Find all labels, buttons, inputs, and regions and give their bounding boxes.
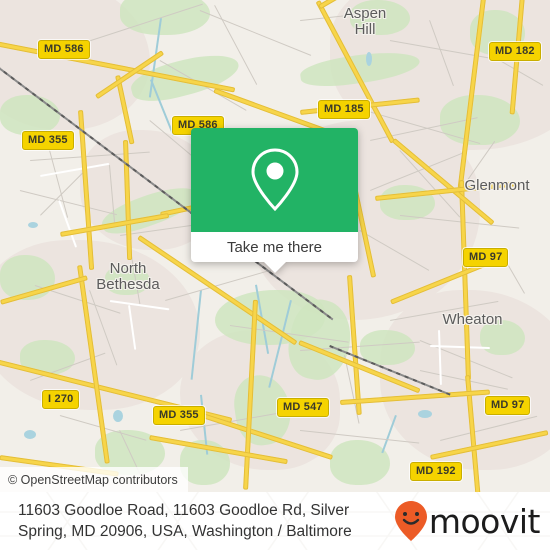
place-label-north-bethesda: North Bethesda — [96, 260, 160, 293]
water-body — [366, 52, 372, 66]
landuse-park — [330, 440, 390, 485]
landuse-park — [440, 95, 520, 145]
take-me-there-label: Take me there — [226, 238, 323, 256]
water-body — [418, 410, 432, 418]
moovit-wordmark: moovit — [428, 501, 541, 541]
highway-shield-md547[interactable]: MD 547 — [277, 398, 329, 417]
place-label-aspen-hill: Aspen Hill — [343, 5, 387, 38]
water-body — [113, 410, 123, 422]
highway-shield-md355-nw[interactable]: MD 355 — [22, 131, 74, 150]
highway-shield-md355-s[interactable]: MD 355 — [153, 406, 205, 425]
popup-footer[interactable]: Take me there — [191, 232, 358, 273]
highway-shield-md586-nw[interactable]: MD 586 — [38, 40, 90, 59]
address-text: 11603 Goodloe Road, 11603 Goodloe Rd, Si… — [18, 502, 352, 540]
highway-shield-i270[interactable]: I 270 — [42, 390, 80, 409]
water-body — [24, 430, 36, 439]
map-screenshot: Aspen Hill Glenmont North Bethesda Wheat… — [0, 0, 550, 550]
stream — [381, 415, 397, 454]
place-label-wheaton: Wheaton — [442, 311, 503, 328]
minor-road — [48, 150, 69, 218]
location-pin-icon — [250, 148, 299, 212]
highway-shield-md192[interactable]: MD 192 — [410, 462, 462, 481]
moovit-pin-icon — [394, 501, 427, 541]
popup-tail — [263, 262, 286, 273]
osm-attribution[interactable]: © OpenStreetMap contributors — [0, 467, 188, 492]
highway-shield-md97-s[interactable]: MD 97 — [485, 396, 531, 415]
place-label-glenmont: Glenmont — [464, 177, 530, 194]
footer-bar: 11603 Goodloe Road, 11603 Goodloe Rd, Si… — [0, 492, 550, 550]
moovit-logo[interactable]: moovit — [394, 500, 541, 542]
highway-shield-md185[interactable]: MD 185 — [318, 100, 370, 119]
map-canvas[interactable]: Aspen Hill Glenmont North Bethesda Wheat… — [0, 0, 550, 492]
highway-shield-md97-n[interactable]: MD 97 — [463, 248, 509, 267]
minor-road — [199, 10, 312, 57]
landuse-park — [0, 95, 60, 135]
location-popup-card[interactable]: Take me there — [191, 128, 358, 273]
highway-shield-md182[interactable]: MD 182 — [489, 42, 541, 61]
popup-header — [191, 128, 358, 232]
attribution-text: © OpenStreetMap contributors — [8, 472, 178, 487]
water-body — [28, 222, 38, 228]
